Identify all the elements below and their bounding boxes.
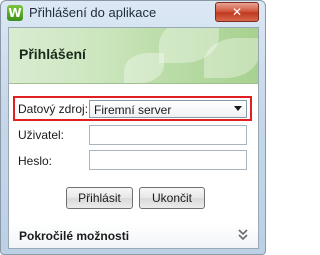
password-input[interactable] xyxy=(89,150,247,170)
user-label: Uživatel: xyxy=(18,128,65,142)
login-window: W Přihlášení do aplikace ✕ Přihlášení Da… xyxy=(0,0,266,255)
double-chevron-down-icon[interactable] xyxy=(237,228,249,242)
datasource-label: Datový zdroj: xyxy=(18,102,89,116)
datasource-value: Firemní server xyxy=(94,103,172,117)
title-bar[interactable]: W Přihlášení do aplikace ✕ xyxy=(1,1,265,25)
window-title: Přihlášení do aplikace xyxy=(29,5,157,20)
exit-button[interactable]: Ukončit xyxy=(139,187,205,209)
advanced-options-bar[interactable]: Pokročilé možnosti xyxy=(9,223,258,248)
login-button[interactable]: Přihlásit xyxy=(66,187,133,209)
close-icon: ✕ xyxy=(231,5,243,19)
dropdown-arrow-icon xyxy=(234,106,242,111)
app-icon: W xyxy=(7,5,23,21)
user-input[interactable] xyxy=(89,125,247,145)
leaf-decoration xyxy=(124,53,164,83)
datasource-select[interactable]: Firemní server xyxy=(89,100,247,118)
advanced-options-label: Pokročilé možnosti xyxy=(19,229,130,243)
close-button[interactable]: ✕ xyxy=(215,2,259,22)
dialog-content: Přihlášení Datový zdroj: Firemní server … xyxy=(8,27,259,249)
password-label: Heslo: xyxy=(18,154,53,168)
header-banner: Přihlášení xyxy=(9,28,258,84)
page-title: Přihlášení xyxy=(19,46,86,62)
